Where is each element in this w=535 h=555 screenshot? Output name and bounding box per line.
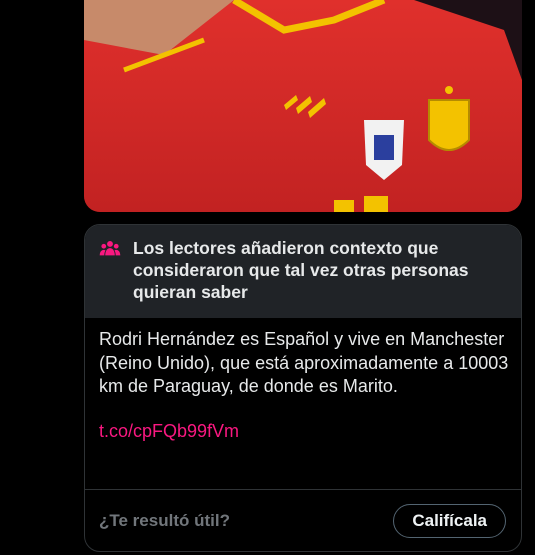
helpful-question: ¿Te resultó útil?	[99, 510, 230, 530]
people-icon	[99, 241, 121, 256]
post-image[interactable]	[84, 0, 522, 212]
note-header: Los lectores añadieron contexto que cons…	[85, 225, 521, 318]
note-body: Rodri Hernández es Español y vive en Man…	[85, 328, 521, 443]
note-source-link[interactable]: t.co/cpFQb99fVm	[99, 419, 507, 443]
jersey-illustration	[84, 0, 522, 212]
rate-button[interactable]: Califícala	[393, 503, 506, 538]
note-title: Los lectores añadieron contexto que cons…	[133, 238, 469, 302]
note-footer: ¿Te resultó útil? Califícala	[85, 489, 521, 551]
community-note: Los lectores añadieron contexto que cons…	[84, 224, 522, 552]
note-text: Rodri Hernández es Español y vive en Man…	[99, 329, 509, 396]
